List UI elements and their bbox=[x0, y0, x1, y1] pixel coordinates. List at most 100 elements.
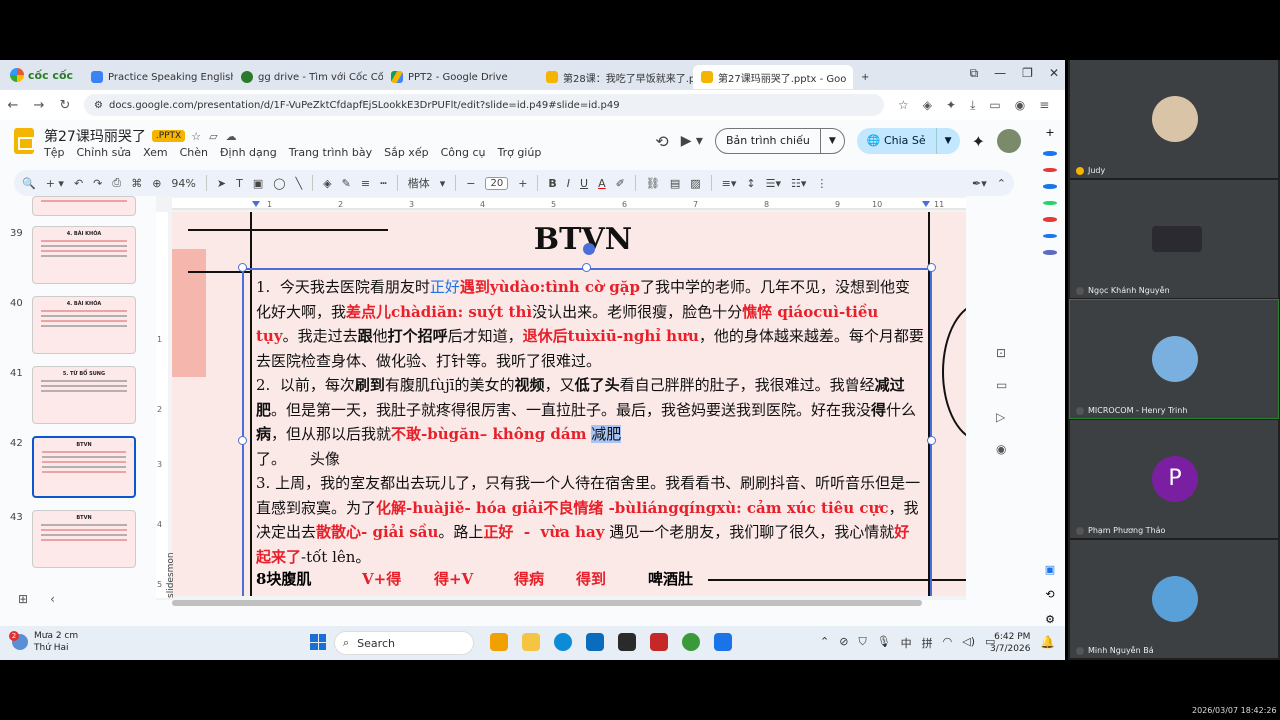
more-icon[interactable]: ⋮ bbox=[816, 177, 827, 190]
present-panel-icon[interactable]: ▷ bbox=[996, 410, 1007, 424]
image-icon[interactable]: ▣ bbox=[253, 177, 263, 190]
border-color-icon[interactable]: ✎ bbox=[342, 177, 351, 190]
numbered-list-icon[interactable]: ☷▾ bbox=[791, 177, 806, 190]
version-history-icon[interactable]: ⟲ bbox=[655, 132, 668, 151]
ime-mode[interactable]: 中 bbox=[901, 635, 912, 651]
resize-handle[interactable] bbox=[582, 263, 591, 272]
settings-icon[interactable]: ⚙ bbox=[1045, 613, 1055, 626]
participant-tile[interactable]: Judy bbox=[1070, 60, 1278, 178]
border-dash-icon[interactable]: ┅ bbox=[380, 177, 387, 190]
add-icon[interactable]: + bbox=[1045, 126, 1054, 139]
menu-slide[interactable]: Trang trình bày bbox=[289, 146, 372, 159]
vpn-icon[interactable]: ⛉ bbox=[858, 635, 866, 651]
volume-icon[interactable]: ◁) bbox=[962, 635, 975, 651]
homework-text[interactable]: 1. 今天我去医院看朋友时正好遇到yùdào:tình cờ gặp了我中学的老… bbox=[256, 275, 924, 569]
participant-tile[interactable]: Ngọc Khánh Nguyễn bbox=[1070, 180, 1278, 298]
pen-icon[interactable]: ✒▾ bbox=[972, 177, 987, 190]
weather-widget[interactable]: 2 Mưa 2 cm Thứ Hai bbox=[9, 630, 78, 654]
menu-view[interactable]: Xem bbox=[143, 146, 168, 159]
font-size-input[interactable]: 20 bbox=[485, 176, 509, 190]
redo-icon[interactable]: ↷ bbox=[93, 177, 102, 190]
slide-thumbnail-39[interactable]: 4. BÀI KHÓA bbox=[32, 226, 136, 284]
menu-icon[interactable]: ≡ bbox=[1039, 98, 1049, 113]
reload-icon[interactable]: ↻ bbox=[52, 98, 78, 113]
forward-icon[interactable]: → bbox=[26, 98, 52, 113]
scroll-thumb[interactable] bbox=[172, 600, 922, 606]
wifi-icon[interactable]: ◠ bbox=[943, 635, 953, 651]
font-size-increase-icon[interactable]: + bbox=[518, 177, 527, 190]
windows-start-icon[interactable] bbox=[310, 634, 326, 650]
minimize-icon[interactable]: — bbox=[994, 66, 1006, 81]
notification-icon[interactable]: 🔔 bbox=[1040, 635, 1055, 649]
url-field[interactable]: ⚙ docs.google.com/presentation/d/1F-VuPe… bbox=[84, 94, 884, 116]
participant-tile[interactable]: MICROCOM - Henry Trinh bbox=[1069, 299, 1279, 419]
menu-file[interactable]: Tệp bbox=[44, 146, 64, 159]
close-icon[interactable]: ✕ bbox=[1049, 66, 1059, 81]
sidebar-icon[interactable]: ▭ bbox=[989, 98, 1000, 113]
paint-format-icon[interactable]: ⌘ bbox=[131, 177, 142, 190]
translate-icon[interactable] bbox=[1043, 250, 1057, 256]
menu-edit[interactable]: Chỉnh sửa bbox=[76, 146, 131, 159]
resize-handle[interactable] bbox=[927, 263, 936, 272]
folder-icon[interactable]: ▭ bbox=[996, 378, 1007, 392]
tab-gg-drive-search[interactable]: gg drive - Tìm với Cốc Cốc bbox=[233, 65, 383, 89]
fill-color-icon[interactable]: ◈ bbox=[323, 177, 331, 190]
taskbar-search[interactable]: ⌕ Search bbox=[334, 631, 474, 655]
current-slide[interactable]: BTVN 1. 今天我去医院看朋友时正好遇到yùdào:tình cờ gặp了… bbox=[172, 212, 966, 596]
undo-icon[interactable]: ↶ bbox=[74, 177, 83, 190]
history-icon[interactable]: ⟲ bbox=[1045, 588, 1054, 601]
tab-practice-speaking[interactable]: Practice Speaking English Onlin bbox=[83, 65, 233, 89]
bullet-list-icon[interactable]: ☰▾ bbox=[766, 177, 781, 190]
facebook-icon[interactable] bbox=[1043, 233, 1057, 239]
new-tab-button[interactable]: + bbox=[853, 65, 877, 89]
bold-icon[interactable]: B bbox=[548, 177, 556, 190]
participant-tile[interactable]: Minh Nguyễn Bá bbox=[1070, 540, 1278, 658]
chevron-down-icon[interactable]: ▾ bbox=[440, 177, 446, 190]
chevron-down-icon[interactable]: ▼ bbox=[821, 136, 844, 146]
tiktok-icon[interactable] bbox=[1043, 217, 1057, 222]
horizontal-scrollbar[interactable] bbox=[172, 600, 922, 606]
highlight-icon[interactable]: ✐ bbox=[616, 177, 625, 190]
print-icon[interactable]: ⎙ bbox=[112, 176, 121, 190]
line-icon[interactable]: ╲ bbox=[296, 177, 303, 190]
link-icon[interactable]: ⛓ bbox=[646, 177, 660, 190]
chat-green-icon[interactable] bbox=[1043, 200, 1057, 206]
tab-lesson-27[interactable]: 第27课玛丽哭了.pptx - Goo ✕ bbox=[693, 65, 854, 89]
store-icon[interactable] bbox=[586, 633, 604, 651]
align-icon[interactable]: ≡▾ bbox=[722, 177, 737, 190]
app-red-icon[interactable] bbox=[1043, 167, 1057, 173]
chevron-up-icon[interactable]: ⌃ bbox=[820, 635, 829, 651]
account-avatar[interactable] bbox=[997, 129, 1021, 153]
slide-thumbnail-41[interactable]: 5. TỪ BỔ SUNG bbox=[32, 366, 136, 424]
download-icon[interactable]: ⤓ bbox=[970, 98, 975, 113]
slide-title[interactable]: BTVN bbox=[172, 222, 966, 257]
ime-pinyin[interactable]: 拼 bbox=[922, 635, 933, 651]
resize-handle[interactable] bbox=[927, 436, 936, 445]
file-explorer-icon[interactable] bbox=[522, 633, 540, 651]
gemini-icon[interactable]: ✦ bbox=[972, 132, 985, 151]
edge-icon[interactable] bbox=[554, 633, 572, 651]
mcafee-icon[interactable] bbox=[650, 633, 668, 651]
bookmark-icon[interactable]: ☆ bbox=[898, 98, 909, 113]
slideshow-button[interactable]: Bản trình chiếu ▼ bbox=[714, 128, 845, 154]
line-spacing-icon[interactable]: ↕ bbox=[746, 177, 755, 190]
comment-icon[interactable]: ▤ bbox=[670, 177, 680, 190]
menu-help[interactable]: Trợ giúp bbox=[497, 146, 541, 159]
zalo-icon[interactable] bbox=[1043, 184, 1057, 189]
new-slide-icon[interactable]: + ▾ bbox=[46, 177, 64, 190]
cloud-status-icon[interactable]: ☁ bbox=[226, 130, 237, 143]
chevron-down-icon[interactable]: ▼ bbox=[937, 136, 960, 146]
select-cursor-icon[interactable]: ➤ bbox=[217, 177, 226, 190]
tab-lesson-28[interactable]: 第28课：我吃了早饭就来了.ppt bbox=[538, 65, 693, 89]
menu-arrange[interactable]: Sắp xếp bbox=[384, 146, 428, 159]
tab-search-icon[interactable]: ⧉ bbox=[970, 66, 979, 81]
document-title[interactable]: 第27课玛丽哭了 bbox=[44, 126, 146, 146]
copilot-icon[interactable] bbox=[490, 633, 508, 651]
italic-icon[interactable]: I bbox=[567, 177, 570, 190]
profile-icon[interactable]: ◉ bbox=[1015, 98, 1025, 113]
participant-tile[interactable]: P Phạm Phương Thảo bbox=[1070, 420, 1278, 538]
shield-icon[interactable]: ◈ bbox=[923, 98, 932, 113]
search-menus-icon[interactable]: 🔍 bbox=[22, 177, 36, 190]
photos-icon[interactable] bbox=[714, 633, 732, 651]
keep-icon[interactable]: ⊡ bbox=[996, 346, 1007, 360]
